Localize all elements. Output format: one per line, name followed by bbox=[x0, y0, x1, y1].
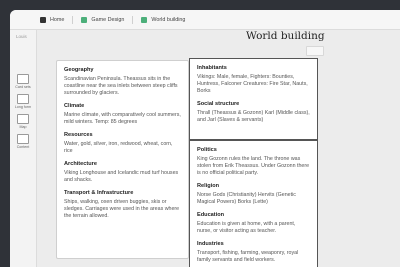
section-text: Norse Gods (Christianity) Hervits (Genet… bbox=[197, 192, 296, 205]
breadcrumb-game-design[interactable]: Game Design bbox=[81, 16, 125, 23]
section-heading: Politics bbox=[197, 147, 217, 153]
breadcrumb-separator bbox=[132, 15, 134, 24]
section-text: Transport, fishing, farming, weaponry, r… bbox=[197, 250, 299, 263]
sidebar-item-label: Card sets bbox=[15, 85, 31, 89]
page-tool-button[interactable] bbox=[306, 46, 324, 56]
folder-icon bbox=[81, 16, 88, 23]
section-heading: Transport & Infrastructure bbox=[64, 190, 134, 196]
card-politics[interactable]: Politics King Gozonn rules the land. The… bbox=[189, 140, 318, 267]
section-heading: Religion bbox=[197, 183, 220, 189]
section-heading: Inhabitants bbox=[197, 65, 227, 71]
board-icon bbox=[141, 16, 148, 23]
sidebar-item-long-form[interactable]: Long form bbox=[13, 94, 33, 109]
sidebar: Louis Card sets Long form Map Content bbox=[10, 30, 37, 267]
home-icon bbox=[40, 16, 46, 23]
card-inhabitants[interactable]: Inhabitants Vikings: Male, female, Fight… bbox=[189, 58, 318, 140]
card-sets-icon bbox=[17, 74, 29, 84]
breadcrumb-separator bbox=[72, 15, 74, 24]
sidebar-item-card-sets[interactable]: Card sets bbox=[13, 74, 33, 89]
section-text: Marine climate, with comparatively cool … bbox=[64, 112, 181, 125]
section-text: King Gozonn rules the land. The throne w… bbox=[197, 156, 310, 176]
breadcrumb: Home Game Design World building bbox=[10, 10, 400, 30]
section-heading: Climate bbox=[64, 103, 85, 109]
section-text: Thrall (Theassus & Gozonn) Karl (Middle … bbox=[197, 110, 310, 123]
section-heading: Resources bbox=[64, 132, 93, 138]
app-window: Home Game Design World building Louis Ca… bbox=[10, 10, 400, 267]
breadcrumb-world-building-label: World building bbox=[151, 16, 186, 23]
section-text: Water, gold, silver, iron, redwood, whea… bbox=[64, 141, 173, 154]
card-environment[interactable]: Geography Scandinavian Peninsula. Theass… bbox=[56, 60, 189, 259]
section-heading: Architecture bbox=[64, 161, 97, 167]
breadcrumb-home[interactable]: Home bbox=[40, 16, 65, 23]
sidebar-item-label: Content bbox=[16, 145, 30, 149]
section-heading: Industries bbox=[197, 241, 224, 247]
sidebar-item-label: Map bbox=[19, 125, 27, 129]
sidebar-top-label: Louis bbox=[16, 34, 27, 39]
map-icon bbox=[17, 114, 29, 124]
long-form-icon bbox=[17, 94, 29, 104]
sidebar-item-map[interactable]: Map bbox=[13, 114, 33, 129]
section-text: Scandinavian Peninsula. Theassus sits in… bbox=[64, 76, 178, 96]
section-text: Viking Longhouse and Icelandic mud turf … bbox=[64, 170, 179, 183]
breadcrumb-game-design-label: Game Design bbox=[91, 16, 125, 23]
section-heading: Education bbox=[197, 212, 225, 218]
breadcrumb-home-label: Home bbox=[50, 16, 65, 23]
section-text: Education is given at home, with a paren… bbox=[197, 221, 296, 234]
sidebar-item-label: Long form bbox=[14, 105, 32, 109]
section-text: Ships, walking, oxen driven buggies, ski… bbox=[64, 199, 180, 219]
section-text: Vikings: Male, female, Fighters: Bountie… bbox=[197, 74, 308, 94]
content-icon bbox=[17, 134, 29, 144]
section-heading: Social structure bbox=[197, 101, 240, 107]
breadcrumb-world-building[interactable]: World building bbox=[141, 16, 186, 23]
sidebar-item-content[interactable]: Content bbox=[13, 134, 33, 149]
page-title: World building bbox=[246, 30, 325, 42]
section-heading: Geography bbox=[64, 67, 94, 73]
